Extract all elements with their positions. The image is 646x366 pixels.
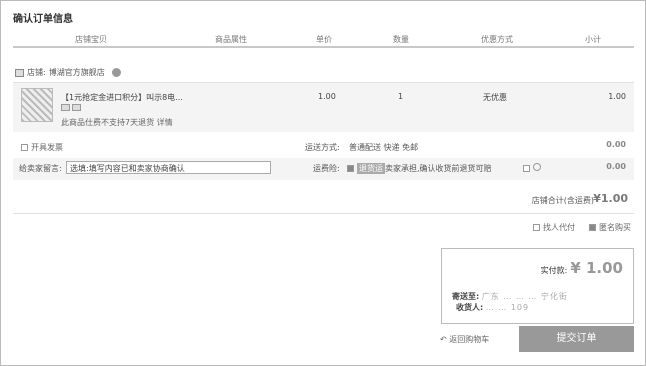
ship-to-value: 广东 … … … 宁化街 xyxy=(481,292,568,301)
shop-line: 店铺: 博湖官方旗舰店 xyxy=(15,67,121,78)
item-subtotal: 1.00 xyxy=(608,92,626,101)
help-icon[interactable] xyxy=(533,163,541,171)
friend-pay-label: 找人代付 xyxy=(543,223,575,232)
back-to-cart-label: 返回购物车 xyxy=(449,335,490,344)
ship-to-label: 寄送至: xyxy=(452,292,480,301)
item-badges xyxy=(61,104,81,111)
invoice-checkbox[interactable] xyxy=(21,144,28,151)
guarantee-icon xyxy=(61,104,70,111)
shop-icon xyxy=(15,68,24,77)
shipping-label: 运送方式: xyxy=(305,143,340,152)
col-quantity: 数量 xyxy=(393,35,409,44)
item-note: 此商品仕费不支持7天退货 详情 xyxy=(61,118,173,127)
insurance-amount: 0.00 xyxy=(606,162,626,171)
insurance-text: 卖家承担,确认收货前退货可赔 xyxy=(385,164,492,173)
recipient-value: … … 109 xyxy=(485,303,530,312)
item-quantity: 1 xyxy=(398,92,404,101)
invoice-amount: 0.00 xyxy=(606,140,626,149)
column-header: 店铺宝贝 商品属性 单价 数量 优惠方式 小计 xyxy=(13,26,634,48)
insurance-label: 运费险: xyxy=(313,164,340,173)
payment-summary: 实付款: ¥ 1.00 寄送至: 广东 … … … 宁化街 收货人: … … 10… xyxy=(441,248,634,324)
back-to-cart-link[interactable]: ↶ 返回购物车 xyxy=(440,334,489,345)
card-icon xyxy=(72,104,81,111)
message-input[interactable]: 选填:填写内容已和卖家协商确认 xyxy=(66,161,271,174)
item-name-link[interactable]: 【1元抢定金进口积分】叫示8电... xyxy=(61,92,183,103)
chat-icon[interactable] xyxy=(111,68,121,77)
insurance-tag: 退货运 xyxy=(357,163,385,174)
invoice-row: 开具发票 运送方式: 普通配送 快递 免邮 0.00 xyxy=(13,138,634,158)
shop-total-label: 店铺合计(含运费) xyxy=(531,196,594,205)
insurance-option-checkbox[interactable] xyxy=(523,165,530,172)
actual-pay-value: ¥ 1.00 xyxy=(570,259,623,277)
recipient-label: 收货人: xyxy=(456,303,484,312)
message-row: 给卖家留言: 选填:填写内容已和卖家协商确认 运费险: 退货运 卖家承担,确认收货… xyxy=(13,158,634,180)
order-item: 【1元抢定金进口积分】叫示8电... 此商品仕费不支持7天退货 详情 1.00 … xyxy=(13,82,634,132)
item-discount: 无优惠 xyxy=(483,93,507,102)
invoice-label: 开具发票 xyxy=(31,143,63,152)
shop-name-link[interactable]: 博湖官方旗舰店 xyxy=(49,67,105,78)
insurance-checkbox[interactable] xyxy=(347,165,354,172)
col-unit-price: 单价 xyxy=(316,35,332,44)
back-arrow-icon: ↶ xyxy=(440,335,447,344)
actual-pay-label: 实付款: xyxy=(540,266,568,275)
anonymous-checkbox[interactable] xyxy=(589,224,596,231)
submit-order-button[interactable]: 提交订单 xyxy=(519,326,634,352)
shop-label: 店铺: xyxy=(27,68,46,77)
page-title: 确认订单信息 xyxy=(13,14,73,25)
shop-total-row: 店铺合计(含运费) ¥1.00 xyxy=(13,188,634,214)
friend-pay-checkbox[interactable] xyxy=(533,224,540,231)
item-price: 1.00 xyxy=(318,92,336,101)
shop-total-value: ¥1.00 xyxy=(593,192,628,205)
col-subtotal: 小计 xyxy=(585,35,601,44)
shipping-value: 普通配送 快递 免邮 xyxy=(349,143,419,152)
col-attributes: 商品属性 xyxy=(215,35,247,44)
order-options: 找人代付 匿名购买 xyxy=(533,222,631,233)
item-thumbnail[interactable] xyxy=(21,88,53,122)
col-discount: 优惠方式 xyxy=(481,35,513,44)
message-label: 给卖家留言: xyxy=(19,164,62,173)
anonymous-label: 匿名购买 xyxy=(599,223,631,232)
col-shop-item: 店铺宝贝 xyxy=(75,35,107,44)
